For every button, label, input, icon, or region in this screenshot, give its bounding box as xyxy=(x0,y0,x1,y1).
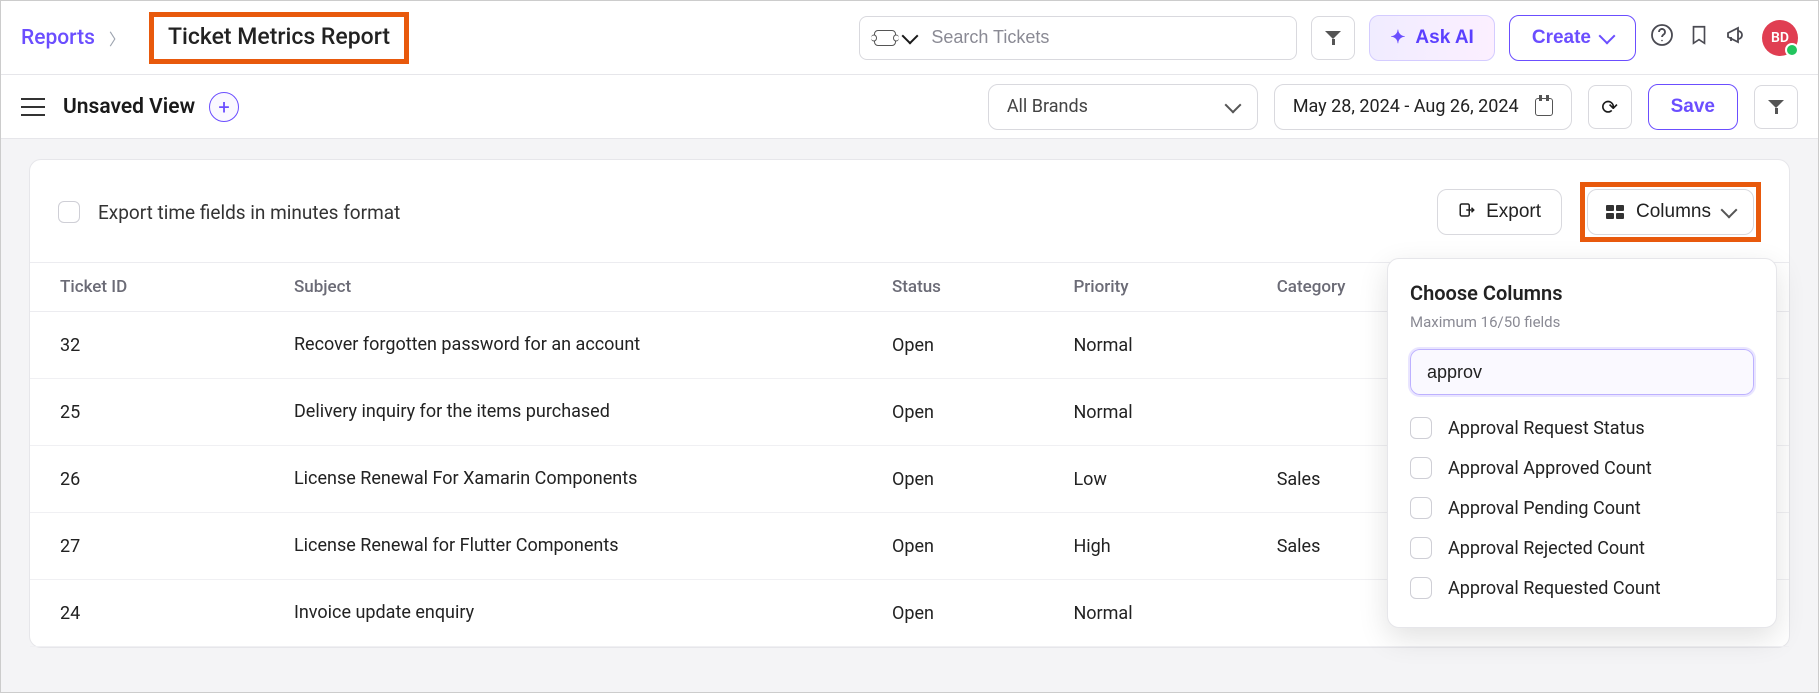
brand-select-value: All Brands xyxy=(1007,96,1088,117)
column-option[interactable]: Approval Requested Count xyxy=(1410,577,1754,599)
avatar[interactable]: BD xyxy=(1762,20,1798,56)
cell-subject: Delivery inquiry for the items purchased xyxy=(276,379,874,446)
cell-subject: Recover forgotten password for an accoun… xyxy=(276,312,874,379)
cell-priority: Normal xyxy=(1055,379,1258,446)
col-subject[interactable]: Subject xyxy=(276,263,874,312)
help-button[interactable] xyxy=(1650,23,1674,53)
cell-ticket-id: 26 xyxy=(30,446,276,513)
topbar-actions: ✦ Ask AI Create BD xyxy=(859,15,1798,61)
column-option-checkbox[interactable] xyxy=(1410,417,1432,439)
choose-columns-search[interactable] xyxy=(1410,349,1754,395)
sparkle-icon: ✦ xyxy=(1390,27,1405,48)
cell-ticket-id: 32 xyxy=(30,312,276,379)
breadcrumb: Reports 〉 Ticket Metrics Report xyxy=(21,12,409,64)
calendar-icon xyxy=(1535,98,1553,116)
search-input[interactable] xyxy=(917,16,1297,60)
create-button[interactable]: Create xyxy=(1509,15,1636,61)
context-actions: All Brands May 28, 2024 - Aug 26, 2024 ⟳… xyxy=(988,84,1798,130)
chevron-down-icon xyxy=(1721,202,1738,219)
cell-subject: License Renewal for Flutter Components xyxy=(276,513,874,580)
cell-priority: Normal xyxy=(1055,312,1258,379)
cell-status: Open xyxy=(874,446,1055,513)
column-option-label: Approval Requested Count xyxy=(1448,578,1661,599)
cell-status: Open xyxy=(874,580,1055,647)
chevron-down-icon xyxy=(1224,96,1241,113)
save-button[interactable]: Save xyxy=(1648,84,1738,130)
funnel-icon xyxy=(1768,100,1784,114)
refresh-button[interactable]: ⟳ xyxy=(1588,85,1632,129)
top-toolbar: Reports 〉 Ticket Metrics Report ✦ Ask AI… xyxy=(1,1,1818,75)
column-option[interactable]: Approval Pending Count xyxy=(1410,497,1754,519)
export-minutes-checkbox[interactable] xyxy=(58,201,80,223)
report-panel: Export time fields in minutes format Exp… xyxy=(29,159,1790,648)
columns-label: Columns xyxy=(1636,201,1711,223)
page-title-highlight: Ticket Metrics Report xyxy=(149,12,409,64)
export-icon xyxy=(1458,201,1476,224)
side-filter-button[interactable] xyxy=(1754,85,1798,129)
choose-columns-hint: Maximum 16/50 fields xyxy=(1410,313,1754,331)
column-option-label: Approval Pending Count xyxy=(1448,498,1641,519)
cell-ticket-id: 25 xyxy=(30,379,276,446)
cell-subject: License Renewal For Xamarin Components xyxy=(276,446,874,513)
columns-icon xyxy=(1606,205,1624,219)
page-title: Ticket Metrics Report xyxy=(168,23,390,50)
cell-status: Open xyxy=(874,312,1055,379)
bookmark-button[interactable] xyxy=(1688,23,1710,53)
date-range-picker[interactable]: May 28, 2024 - Aug 26, 2024 xyxy=(1274,84,1572,130)
export-minutes-label: Export time fields in minutes format xyxy=(98,201,400,224)
column-option[interactable]: Approval Approved Count xyxy=(1410,457,1754,479)
whats-new-button[interactable] xyxy=(1724,23,1748,53)
cell-status: Open xyxy=(874,513,1055,580)
date-range-value: May 28, 2024 - Aug 26, 2024 xyxy=(1293,96,1519,117)
chevron-down-icon xyxy=(902,27,919,44)
chevron-right-icon: 〉 xyxy=(109,26,125,50)
filter-button[interactable] xyxy=(1311,16,1355,60)
column-option-label: Approval Request Status xyxy=(1448,418,1645,439)
cell-status: Open xyxy=(874,379,1055,446)
column-option-checkbox[interactable] xyxy=(1410,457,1432,479)
column-option[interactable]: Approval Request Status xyxy=(1410,417,1754,439)
columns-button-highlight: Columns xyxy=(1580,182,1761,242)
col-priority[interactable]: Priority xyxy=(1055,263,1258,312)
context-toolbar: Unsaved View + All Brands May 28, 2024 -… xyxy=(1,75,1818,139)
view-name: Unsaved View xyxy=(63,95,195,119)
reports-link[interactable]: Reports xyxy=(21,26,95,50)
col-status[interactable]: Status xyxy=(874,263,1055,312)
funnel-icon xyxy=(1325,31,1341,45)
create-label: Create xyxy=(1532,27,1591,49)
column-option-label: Approval Rejected Count xyxy=(1448,538,1645,559)
columns-button[interactable]: Columns xyxy=(1587,189,1754,235)
export-label: Export xyxy=(1486,201,1541,223)
ask-ai-label: Ask AI xyxy=(1415,27,1473,49)
cell-priority: High xyxy=(1055,513,1258,580)
ask-ai-button[interactable]: ✦ Ask AI xyxy=(1369,15,1495,61)
add-view-button[interactable]: + xyxy=(209,92,239,122)
col-ticket-id[interactable]: Ticket ID xyxy=(30,263,276,312)
column-option-checkbox[interactable] xyxy=(1410,537,1432,559)
column-option-checkbox[interactable] xyxy=(1410,577,1432,599)
brand-select[interactable]: All Brands xyxy=(988,84,1258,130)
cell-priority: Normal xyxy=(1055,580,1258,647)
column-option[interactable]: Approval Rejected Count xyxy=(1410,537,1754,559)
cell-ticket-id: 24 xyxy=(30,580,276,647)
column-option-checkbox[interactable] xyxy=(1410,497,1432,519)
chevron-down-icon xyxy=(1599,27,1616,44)
column-option-label: Approval Approved Count xyxy=(1448,458,1652,479)
cell-ticket-id: 27 xyxy=(30,513,276,580)
export-button[interactable]: Export xyxy=(1437,189,1562,235)
choose-columns-popup: Choose Columns Maximum 16/50 fields Appr… xyxy=(1387,258,1777,628)
choose-columns-title: Choose Columns xyxy=(1410,281,1754,305)
menu-button[interactable] xyxy=(21,98,45,116)
cell-subject: Invoice update enquiry xyxy=(276,580,874,647)
cell-priority: Low xyxy=(1055,446,1258,513)
refresh-icon: ⟳ xyxy=(1601,95,1618,119)
ticket-icon xyxy=(874,30,896,46)
